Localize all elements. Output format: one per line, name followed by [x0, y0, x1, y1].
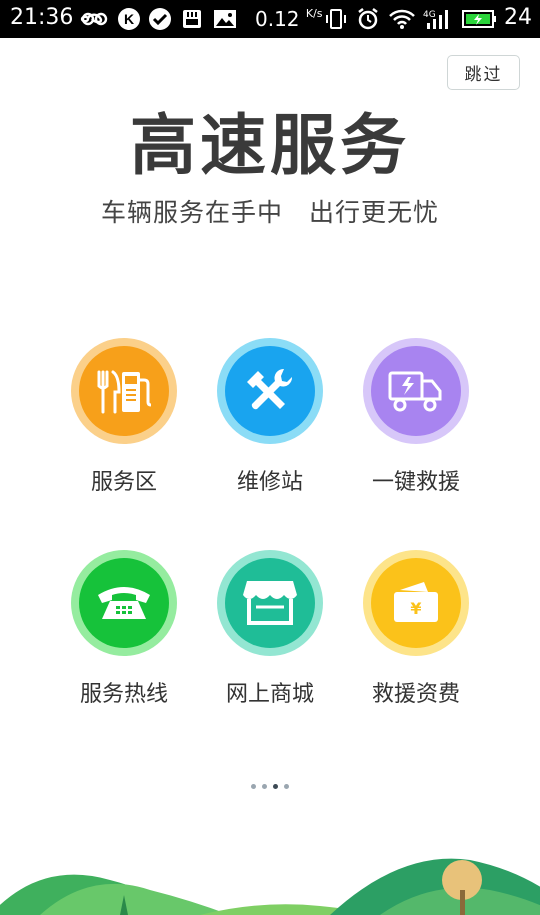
yuan-wallet-icon: ¥: [371, 558, 461, 648]
online-mall-button[interactable]: 网上商城: [200, 550, 340, 708]
network-speed: 0.12 K/s: [255, 7, 323, 31]
svg-text:K: K: [124, 11, 134, 27]
image-icon: [212, 8, 238, 30]
service-hotline-button[interactable]: 服务热线: [54, 550, 194, 708]
network-type-text: 4G: [423, 10, 436, 20]
status-time: 21:36: [10, 5, 74, 30]
battery-icon: [462, 8, 498, 30]
rescue-fees-label: 救援资费: [371, 682, 460, 707]
wrench-hammer-icon: [225, 346, 315, 436]
rescue-fees-circle: ¥: [363, 550, 469, 656]
online-mall-circle: [217, 550, 323, 656]
page-dot: [284, 784, 289, 789]
online-mall-label: 网上商城: [225, 682, 314, 707]
page-dot: [262, 784, 267, 789]
repair-station-button[interactable]: 维修站: [200, 338, 340, 496]
telephone-icon: [79, 558, 169, 648]
service-area-label: 服务区: [90, 470, 157, 495]
page-indicator: [0, 784, 540, 789]
page-subtitle: 车辆服务在手中 出行更无忧: [100, 198, 439, 227]
store-icon: [225, 558, 315, 648]
one-key-rescue-circle: [363, 338, 469, 444]
cell-signal-icon: 4G: [423, 8, 453, 30]
svg-text:¥: ¥: [410, 599, 421, 618]
battery-level: 24: [504, 5, 532, 30]
page-title: 高速服务: [130, 107, 410, 184]
rescue-fees-button[interactable]: ¥ 救援资费: [346, 550, 486, 708]
service-hotline-label: 服务热线: [79, 682, 168, 707]
sd-card-icon: [180, 8, 204, 30]
one-key-rescue-button[interactable]: 一键救援: [346, 338, 486, 496]
tow-truck-icon: [371, 346, 461, 436]
service-area-circle: [71, 338, 177, 444]
repair-station-circle: [217, 338, 323, 444]
status-bar: 21:36 K 0.12 K/s 4G 24: [0, 0, 540, 38]
infinity-icon: [80, 8, 110, 30]
service-area-button[interactable]: 服务区: [54, 338, 194, 496]
skip-button[interactable]: 跳过: [447, 55, 520, 90]
service-hotline-circle: [71, 550, 177, 656]
page-dot: [251, 784, 256, 789]
gas-station-restaurant-icon: [79, 346, 169, 436]
alarm-icon: [356, 8, 380, 30]
hills-illustration: [0, 858, 540, 915]
wifi-icon: [389, 8, 415, 30]
vibrate-icon: [325, 8, 347, 30]
one-key-rescue-label: 一键救援: [371, 470, 460, 495]
k-app-icon: K: [117, 8, 141, 30]
page-dot-active: [273, 784, 278, 789]
repair-station-label: 维修站: [236, 470, 303, 495]
check-icon: [148, 8, 172, 30]
